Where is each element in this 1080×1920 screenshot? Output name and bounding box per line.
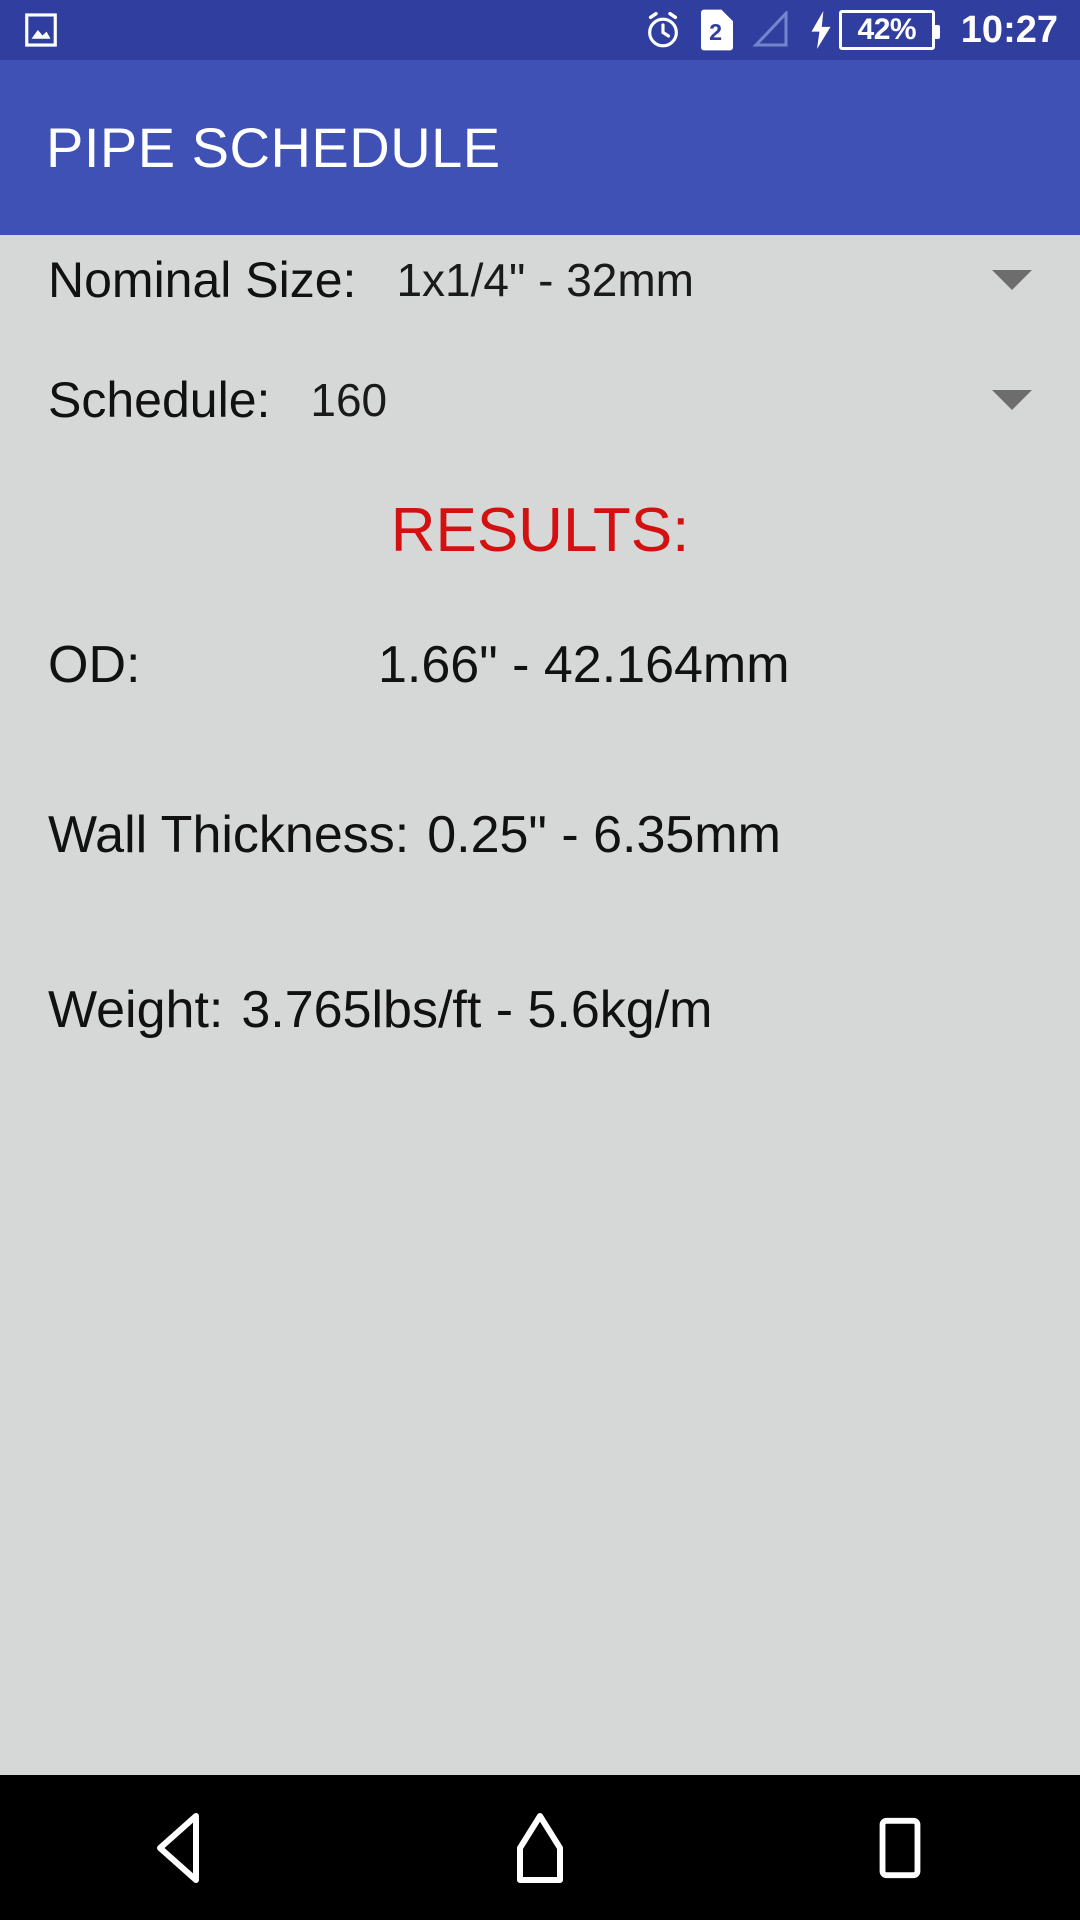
charging-bolt-icon — [809, 11, 833, 49]
result-value-wall-thickness: 0.25" - 6.35mm — [427, 806, 781, 864]
status-bar-clock: 10:27 — [960, 9, 1058, 51]
battery-percent-label: 42% — [857, 13, 917, 46]
schedule-spinner[interactable]: Schedule: 160 — [0, 355, 1080, 445]
result-label-weight: Weight: — [48, 981, 224, 1039]
photo-notification-icon — [22, 11, 60, 49]
signal-strength-icon — [751, 11, 791, 49]
result-row-weight: Weight: 3.765lbs/ft - 5.6kg/m — [48, 980, 712, 1040]
recents-button[interactable] — [810, 1775, 990, 1920]
schedule-label: Schedule: — [48, 372, 271, 428]
chevron-down-icon[interactable] — [992, 270, 1032, 290]
android-screen: 2 42% 10:27 PIPE SCHEDULE Nominal Size: … — [0, 0, 1080, 1920]
status-bar-notifications — [22, 11, 643, 49]
sim-card-number: 2 — [709, 19, 722, 45]
results-heading: RESULTS: — [390, 496, 690, 565]
battery-icon: 42% — [838, 10, 940, 50]
schedule-value: 160 — [310, 374, 388, 426]
app-bar: PIPE SCHEDULE — [0, 60, 1080, 235]
result-row-od: OD: 1.66" - 42.164mm — [48, 635, 790, 695]
result-row-wall-thickness: Wall Thickness: 0.25" - 6.35mm — [48, 805, 781, 865]
home-button[interactable] — [450, 1775, 630, 1920]
result-value-weight: 3.765lbs/ft - 5.6kg/m — [241, 981, 713, 1039]
back-button[interactable] — [90, 1775, 270, 1920]
main-content: Nominal Size: 1x1/4" - 32mm Schedule: 16… — [0, 235, 1080, 1775]
result-value-od: 1.66" - 42.164mm — [378, 636, 790, 694]
home-icon — [509, 1812, 571, 1884]
result-label-od: OD: — [48, 636, 141, 694]
back-triangle-icon — [149, 1812, 211, 1884]
square-icon — [872, 1815, 928, 1881]
alarm-clock-icon — [643, 10, 683, 50]
page-title: PIPE SCHEDULE — [46, 115, 501, 179]
result-label-wall-thickness: Wall Thickness: — [48, 806, 410, 864]
status-bar: 2 42% 10:27 — [0, 0, 1080, 60]
nominal-size-spinner[interactable]: Nominal Size: 1x1/4" - 32mm — [0, 235, 1080, 325]
battery-status: 42% — [809, 10, 940, 50]
status-bar-system-icons: 2 42% 10:27 — [643, 9, 1058, 51]
sim-card-icon: 2 — [700, 9, 733, 51]
nominal-size-value: 1x1/4" - 32mm — [396, 254, 694, 306]
navigation-bar — [0, 1775, 1080, 1920]
chevron-down-icon[interactable] — [992, 390, 1032, 410]
nominal-size-label: Nominal Size: — [48, 252, 357, 308]
